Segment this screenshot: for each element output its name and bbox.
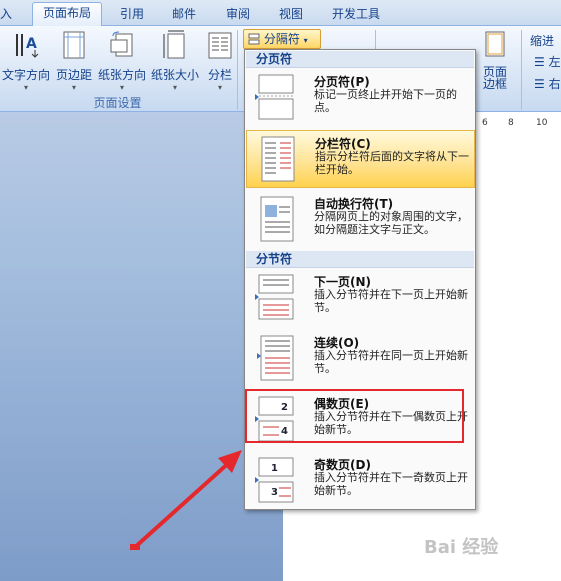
group-divider xyxy=(237,30,238,110)
paper-size-icon xyxy=(163,30,185,59)
margins-label: 页边距 xyxy=(55,68,92,82)
continuous-desc: 插入分节符并在同一页上开始新节。 xyxy=(314,349,468,375)
continuous-item[interactable]: 连续(O) 插入分节符并在同一页上开始新节。 xyxy=(246,330,475,388)
orientation-button[interactable]: 纸张方向 ▾ xyxy=(97,30,147,92)
page-breaks-section-header: 分页符 xyxy=(246,51,474,68)
odd-page-number-top: 1 xyxy=(271,463,278,474)
column-break-icon xyxy=(261,136,295,182)
column-break-desc: 指示分栏符后面的文字将从下一栏开始。 xyxy=(315,150,469,176)
indent-left-label: 左 xyxy=(548,55,561,69)
text-wrapping-break-desc: 分隔网页上的对象周围的文字，如分隔题注文字与正文。 xyxy=(314,210,468,236)
chevron-down-icon: ▾ xyxy=(23,83,28,92)
tab-page-layout[interactable]: 页面布局 xyxy=(32,2,103,27)
indent-right-icon: ☰ xyxy=(534,77,545,91)
horizontal-ruler: 6 8 10 xyxy=(476,118,561,132)
tab-view[interactable]: 视图 xyxy=(279,4,303,26)
margins-button[interactable]: 页边距 ▾ xyxy=(54,30,94,92)
continuous-icon xyxy=(257,335,294,381)
page-borders-icon xyxy=(485,31,505,57)
indent-right-label: 右 xyxy=(548,77,561,91)
page-setup-group-label: 页面设置 xyxy=(93,96,142,110)
ruler-tick: 10 xyxy=(536,118,548,128)
columns-icon xyxy=(208,32,232,59)
orientation-icon xyxy=(110,31,133,57)
text-wrapping-break-icon xyxy=(260,196,294,242)
odd-page-number-bottom: 3 xyxy=(271,487,278,498)
chevron-down-icon: ▾ xyxy=(217,83,222,92)
text-direction-icon: A xyxy=(16,34,39,58)
page-break-icon xyxy=(255,74,294,120)
margins-icon xyxy=(63,31,85,59)
columns-label: 分栏 xyxy=(207,68,232,82)
column-break-item[interactable]: 分栏符(C) 指示分栏符后面的文字将从下一栏开始。 xyxy=(246,130,475,188)
breaks-icon xyxy=(248,33,260,45)
indent-left-icon: ☰ xyxy=(534,55,545,69)
odd-page-item[interactable]: 1 3 奇数页(D) 插入分节符并在下一奇数页上开始新节。 xyxy=(246,452,475,510)
tab-review[interactable]: 审阅 xyxy=(226,4,250,26)
text-direction-label: 文字方向 xyxy=(2,68,51,82)
group-divider xyxy=(521,30,522,110)
text-wrapping-break-item[interactable]: 自动换行符(T) 分隔网页上的对象周围的文字，如分隔题注文字与正文。 xyxy=(246,191,475,249)
next-page-icon xyxy=(255,274,294,320)
indent-left-field[interactable]: ☰ 左 xyxy=(534,53,561,70)
columns-button[interactable]: 分栏 ▾ xyxy=(205,30,235,92)
tab-developer[interactable]: 开发工具 xyxy=(332,4,380,26)
orientation-label: 纸张方向 xyxy=(97,68,146,82)
ribbon-tab-bar: 入 页面布局 引用 邮件 审阅 视图 开发工具 xyxy=(0,0,561,27)
tab-mailings[interactable]: 邮件 xyxy=(172,4,196,26)
breaks-button[interactable]: 分隔符 ▾ xyxy=(243,29,321,49)
chevron-down-icon: ▾ xyxy=(303,36,308,45)
breaks-label: 分隔符 xyxy=(263,32,300,46)
page-borders-label-2: 边框 xyxy=(482,77,507,91)
annotation-highlight-box xyxy=(245,389,464,443)
chevron-down-icon: ▾ xyxy=(71,83,76,92)
paper-size-label: 纸张大小 xyxy=(150,68,199,82)
svg-text:A: A xyxy=(26,36,37,52)
page-break-desc: 标记一页终止并开始下一页的点。 xyxy=(314,88,457,114)
paper-size-button[interactable]: 纸张大小 ▾ xyxy=(150,30,200,92)
page-break-item[interactable]: 分页符(P) 标记一页终止并开始下一页的点。 xyxy=(246,69,475,127)
annotation-arrow-icon xyxy=(130,450,242,550)
next-page-item[interactable]: 下一页(N) 插入分节符并在下一页上开始新节。 xyxy=(246,269,475,327)
tab-insert[interactable]: 入 xyxy=(0,4,12,26)
chevron-down-icon: ▾ xyxy=(119,83,124,92)
odd-page-desc: 插入分节符并在下一奇数页上开始新节。 xyxy=(314,471,468,497)
chevron-down-icon: ▾ xyxy=(172,83,177,92)
tab-references[interactable]: 引用 xyxy=(120,4,144,26)
indent-label: 缩进 xyxy=(530,34,555,48)
indent-right-field[interactable]: ☰ 右 xyxy=(534,75,561,92)
ruler-tick: 6 xyxy=(482,118,488,128)
odd-page-icon: 1 3 xyxy=(255,457,294,503)
next-page-desc: 插入分节符并在下一页上开始新节。 xyxy=(314,288,468,314)
text-direction-button[interactable]: A 文字方向 ▾ xyxy=(2,30,50,92)
ruler-tick: 8 xyxy=(508,118,514,128)
watermark-logo: Bai 经验 xyxy=(424,537,499,558)
page-borders-button[interactable]: 页面 边框 xyxy=(480,30,510,90)
section-breaks-section-header: 分节符 xyxy=(246,251,474,268)
